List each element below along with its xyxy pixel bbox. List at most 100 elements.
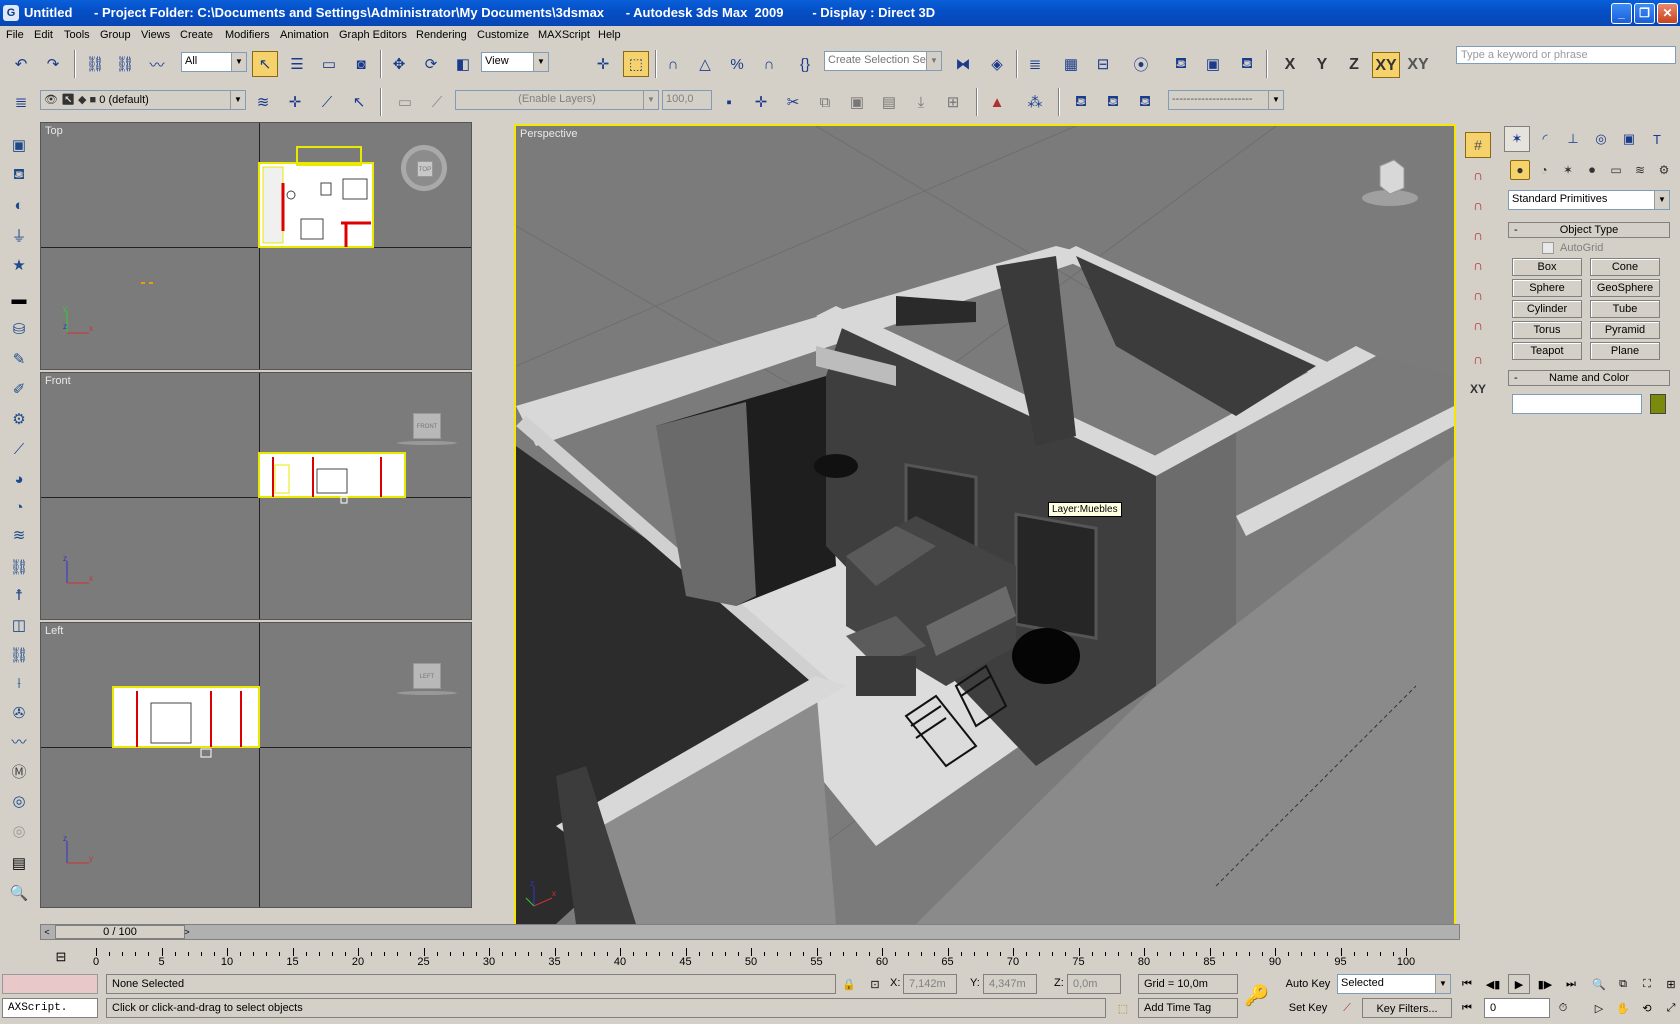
- auto-key-button[interactable]: Auto Key: [1282, 974, 1334, 994]
- box-tool-icon[interactable]: ▣: [6, 132, 32, 158]
- magnet-2-icon[interactable]: ∩: [1465, 192, 1491, 218]
- modify-tab-icon[interactable]: ◜: [1532, 126, 1558, 152]
- magnet-6-icon[interactable]: ∩: [1465, 312, 1491, 338]
- constrain-xy-button[interactable]: XY: [1372, 52, 1400, 78]
- time-slider-thumb[interactable]: 0 / 100: [55, 925, 185, 939]
- select-object-icon[interactable]: ↖: [252, 51, 278, 77]
- constrain-x-button[interactable]: X: [1276, 52, 1304, 78]
- lights-icon[interactable]: ✶: [1558, 160, 1578, 180]
- z-coordinate-field[interactable]: 0,0m: [1067, 974, 1121, 994]
- perspective-viewport[interactable]: Perspective Layer:Muebles z x: [514, 124, 1456, 926]
- paint-tool-icon[interactable]: ✐: [6, 376, 32, 402]
- play-icon[interactable]: ▶: [1508, 974, 1530, 994]
- hair-tool-icon[interactable]: ⛓: [6, 642, 32, 668]
- constrain-z-button[interactable]: Z: [1340, 52, 1368, 78]
- utilities-tab-icon[interactable]: T: [1644, 126, 1670, 152]
- select-and-rotate-icon[interactable]: ⟳: [418, 51, 444, 77]
- magnet-7-icon[interactable]: ∩: [1465, 346, 1491, 372]
- teapot-button[interactable]: Teapot: [1512, 342, 1582, 360]
- open-layer-icon[interactable]: ▭: [392, 89, 418, 115]
- zoom-extents-icon[interactable]: ⛶: [1636, 974, 1658, 994]
- add-to-layer-icon[interactable]: ✛: [282, 89, 308, 115]
- prev-frame-arrow-icon[interactable]: <: [41, 925, 53, 939]
- category-dropdown[interactable]: Standard Primitives ▼: [1508, 190, 1670, 210]
- chain-tool-icon[interactable]: ⛓: [6, 554, 32, 580]
- bend-tool-icon[interactable]: ◔: [6, 494, 32, 520]
- plane-button[interactable]: Plane: [1590, 342, 1660, 360]
- layer-tool-7-icon[interactable]: ⤓: [908, 89, 934, 115]
- object-type-rollout-header[interactable]: - Object Type: [1508, 222, 1670, 238]
- viewcube[interactable]: [1362, 158, 1418, 208]
- constrain-xy-cycle-button[interactable]: XY: [1404, 52, 1432, 78]
- select-and-link-icon[interactable]: ⛓: [82, 51, 108, 77]
- go-to-end-icon[interactable]: ⏭: [1560, 974, 1582, 994]
- biped-tool-icon[interactable]: ☨: [6, 582, 32, 608]
- key-tangent-icon[interactable]: ⟋: [1336, 998, 1358, 1018]
- pivot-center-icon[interactable]: ✛: [590, 51, 616, 77]
- torus-button[interactable]: Torus: [1512, 321, 1582, 339]
- arc-rotate-icon[interactable]: ⟲: [1636, 998, 1658, 1018]
- go-to-start-icon[interactable]: ⏮: [1456, 974, 1478, 994]
- select-by-name-icon[interactable]: ☰: [284, 51, 310, 77]
- menu-create[interactable]: Create: [180, 29, 213, 41]
- y-coordinate-field[interactable]: 4,347m: [983, 974, 1037, 994]
- menu-rendering[interactable]: Rendering: [416, 29, 467, 41]
- box-button[interactable]: Box: [1512, 258, 1582, 276]
- star-tool-icon[interactable]: ★: [6, 252, 32, 278]
- teapot-render-2-icon[interactable]: ⛾: [1100, 89, 1126, 115]
- cylinder-button[interactable]: Cylinder: [1512, 300, 1582, 318]
- align-icon[interactable]: ◈: [984, 51, 1010, 77]
- x-coordinate-field[interactable]: 7,142m: [903, 974, 957, 994]
- reel-disabled-icon[interactable]: ◎: [6, 818, 32, 844]
- flex-tool-icon[interactable]: ⟊: [6, 670, 32, 696]
- listener-icon[interactable]: ▤: [6, 850, 32, 876]
- redo-icon[interactable]: ↷: [40, 51, 66, 77]
- edit-named-selection-icon[interactable]: {}: [792, 51, 818, 77]
- gear-icon[interactable]: ⚙: [6, 406, 32, 432]
- object-name-input[interactable]: [1512, 394, 1642, 414]
- unlink-icon[interactable]: ⛓: [112, 51, 138, 77]
- curve-editor-icon[interactable]: ▦: [1058, 51, 1084, 77]
- layer-manager-icon[interactable]: ≣: [8, 89, 34, 115]
- create-tab-icon[interactable]: ✶: [1504, 126, 1530, 152]
- maximize-button[interactable]: ❐: [1634, 3, 1655, 24]
- teapot-render-1-icon[interactable]: ⛾: [1068, 89, 1094, 115]
- maxscript-mini-listener[interactable]: AXScript.: [2, 998, 98, 1018]
- spacewarps-icon[interactable]: ≋: [1630, 160, 1650, 180]
- layer-tool-3-icon[interactable]: ✂: [780, 89, 806, 115]
- teapot-render-3-icon[interactable]: ⛾: [1132, 89, 1158, 115]
- angle-snap-icon[interactable]: △: [692, 51, 718, 77]
- cloth-tool-icon[interactable]: ◫: [6, 612, 32, 638]
- zoom-icon[interactable]: 🔍: [1588, 974, 1610, 994]
- spinner-snap-icon[interactable]: ∩: [756, 51, 782, 77]
- front-viewport[interactable]: Front FRONT z x: [40, 372, 472, 620]
- magnet-1-icon[interactable]: ∩: [1465, 162, 1491, 188]
- undo-icon[interactable]: ↶: [8, 51, 34, 77]
- zoom-tool-icon[interactable]: 🔍: [6, 880, 32, 906]
- 3dsmax-app-icon[interactable]: G: [3, 5, 19, 21]
- layer-tool-6-icon[interactable]: ▤: [876, 89, 902, 115]
- viewcube[interactable]: FRONT: [413, 413, 441, 439]
- tube-button[interactable]: Tube: [1590, 300, 1660, 318]
- menu-help[interactable]: Help: [598, 29, 621, 41]
- key-mode-dropdown[interactable]: Selected ▼: [1337, 974, 1451, 994]
- helpers-icon[interactable]: ▭: [1606, 160, 1626, 180]
- cone-tool-icon[interactable]: ⏚: [6, 222, 32, 248]
- mesh-tool-icon[interactable]: Ⓜ: [6, 758, 32, 784]
- render-setup-icon[interactable]: ⛾: [1168, 51, 1194, 77]
- zoom-all-icon[interactable]: ⧉: [1612, 974, 1634, 994]
- helper-tool-icon[interactable]: ⟋: [6, 436, 32, 462]
- select-and-scale-icon[interactable]: ◧: [450, 51, 476, 77]
- pan-view-icon[interactable]: ✋: [1612, 998, 1634, 1018]
- menu-group[interactable]: Group: [100, 29, 131, 41]
- infocenter-search-input[interactable]: Type a keyword or phrase: [1456, 46, 1676, 64]
- viewcube[interactable]: LEFT: [413, 663, 441, 689]
- left-viewport[interactable]: Left LEFT z y: [40, 622, 472, 908]
- reference-coordinate-dropdown[interactable]: View ▼: [481, 52, 549, 72]
- menu-customize[interactable]: Customize: [477, 29, 529, 41]
- systems-icon[interactable]: ⚙: [1654, 160, 1674, 180]
- magnet-5-icon[interactable]: ∩: [1465, 282, 1491, 308]
- field-of-view-icon[interactable]: ▷: [1588, 998, 1610, 1018]
- layer-manager-icon[interactable]: ≣: [1022, 51, 1048, 77]
- render-preset-dropdown[interactable]: ---------------------- ▼: [1168, 90, 1284, 110]
